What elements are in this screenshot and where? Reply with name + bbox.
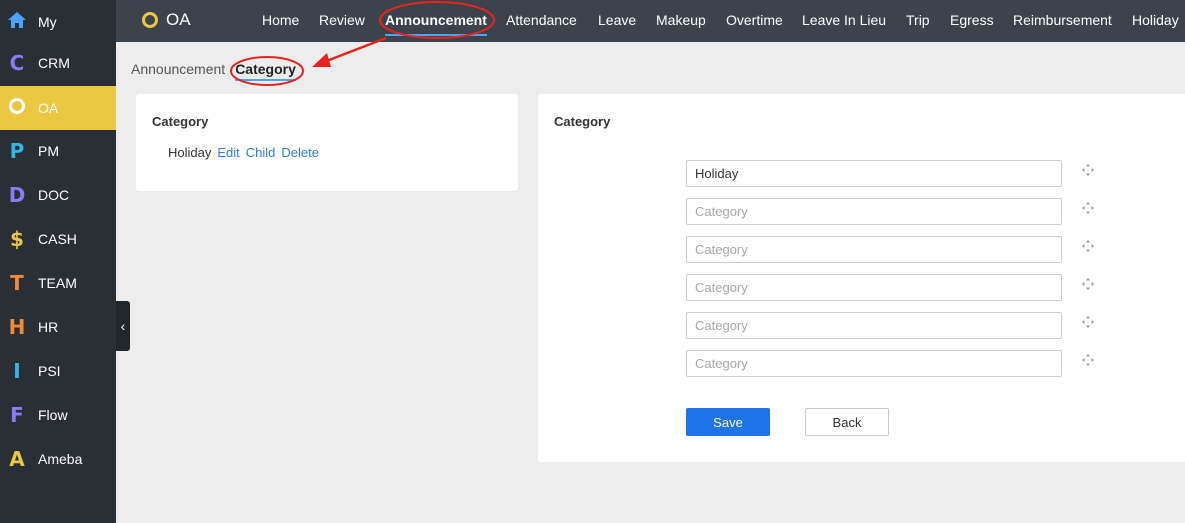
delete-link[interactable]: Delete: [281, 145, 319, 160]
top-nav-bar: OA Home Review Announcement Attendance L…: [116, 0, 1185, 42]
breadcrumb-underline: [235, 79, 296, 81]
drag-handle-icon[interactable]: [1081, 201, 1095, 215]
sidebar-collapse-button[interactable]: ‹: [116, 301, 130, 351]
sidebar-item-ameba[interactable]: A Ameba: [0, 437, 116, 481]
category-tree-panel: Category Holiday Edit Child Delete: [136, 94, 518, 191]
nav-review[interactable]: Review: [319, 0, 365, 42]
chevron-left-icon: ‹: [120, 318, 126, 334]
app-sidebar: My C CRM OA P PM D DOC $ CASH T TEAM H H…: [0, 0, 116, 523]
category-field[interactable]: [686, 198, 1062, 225]
sidebar-item-label: PM: [38, 143, 59, 159]
sidebar-item-team[interactable]: T TEAM: [0, 261, 116, 305]
nav-label: Announcement: [385, 12, 487, 28]
sidebar-item-label: CRM: [38, 55, 70, 71]
sidebar-item-label: DOC: [38, 187, 70, 203]
flow-letter-icon: F: [10, 403, 24, 427]
category-form-panel: Category Save Back: [538, 94, 1185, 462]
nav-overtime[interactable]: Overtime: [726, 0, 783, 42]
sidebar-item-psi[interactable]: I PSI: [0, 349, 116, 393]
sidebar-item-cash[interactable]: $ CASH: [0, 217, 116, 261]
drag-handle-icon[interactable]: [1081, 315, 1095, 329]
nav-egress[interactable]: Egress: [950, 0, 994, 42]
psi-letter-icon: I: [13, 359, 21, 383]
breadcrumb-current[interactable]: Category: [235, 61, 296, 81]
sidebar-item-flow[interactable]: F Flow: [0, 393, 116, 437]
hr-letter-icon: H: [8, 315, 26, 339]
sidebar-item-doc[interactable]: D DOC: [0, 173, 116, 217]
category-field[interactable]: [686, 350, 1062, 377]
module-title: OA: [166, 10, 191, 29]
add-child-link[interactable]: Child: [246, 145, 276, 160]
tree-node: Holiday Edit Child Delete: [168, 145, 319, 160]
active-tab-indicator: [385, 34, 487, 36]
team-letter-icon: T: [10, 271, 24, 295]
sidebar-item-crm[interactable]: C CRM: [0, 41, 116, 85]
annotation-arrow-head: [312, 53, 331, 67]
breadcrumb: Announcement Category: [131, 59, 296, 81]
form-title: Category: [554, 114, 611, 129]
tree-node-name: Holiday: [168, 145, 212, 160]
sidebar-item-my[interactable]: My: [0, 0, 116, 44]
nav-trip[interactable]: Trip: [906, 0, 930, 42]
sidebar-item-label: TEAM: [38, 275, 77, 291]
drag-handle-icon[interactable]: [1081, 163, 1095, 177]
sidebar-item-label: PSI: [38, 363, 61, 379]
nav-makeup[interactable]: Makeup: [656, 0, 706, 42]
crm-letter-icon: C: [9, 51, 25, 75]
breadcrumb-current-label: Category: [235, 61, 296, 77]
sidebar-item-hr[interactable]: H HR: [0, 305, 116, 349]
nav-leave-in-lieu[interactable]: Leave In Lieu: [802, 0, 886, 42]
nav-leave[interactable]: Leave: [598, 0, 636, 42]
nav-holiday[interactable]: Holiday: [1132, 0, 1179, 42]
panel-title: Category: [152, 114, 209, 129]
doc-letter-icon: D: [8, 183, 26, 207]
category-field[interactable]: [686, 274, 1062, 301]
oa-logo-icon: [142, 12, 158, 28]
cash-dollar-icon: $: [10, 227, 24, 251]
pm-letter-icon: P: [9, 139, 25, 163]
drag-handle-icon[interactable]: [1081, 239, 1095, 253]
sidebar-item-label: CASH: [38, 231, 77, 247]
nav-announcement[interactable]: Announcement: [385, 0, 487, 42]
sidebar-item-oa[interactable]: OA: [0, 86, 116, 130]
sidebar-item-label: Flow: [38, 407, 68, 423]
category-field[interactable]: [686, 236, 1062, 263]
nav-attendance[interactable]: Attendance: [506, 0, 577, 42]
category-field[interactable]: [686, 160, 1062, 187]
sidebar-item-label: My: [38, 14, 57, 30]
module-brand: OA: [142, 10, 191, 30]
sidebar-item-label: HR: [38, 319, 59, 335]
sidebar-item-pm[interactable]: P PM: [0, 129, 116, 173]
oa-ring-icon: [0, 96, 34, 120]
drag-handle-icon[interactable]: [1081, 353, 1095, 367]
nav-home[interactable]: Home: [262, 0, 299, 42]
sidebar-item-label: Ameba: [38, 451, 83, 467]
category-field[interactable]: [686, 312, 1062, 339]
ameba-letter-icon: A: [9, 447, 25, 471]
back-button[interactable]: Back: [805, 408, 889, 436]
edit-link[interactable]: Edit: [217, 145, 239, 160]
sidebar-item-label: OA: [38, 100, 59, 116]
home-icon: [0, 10, 34, 34]
save-button[interactable]: Save: [686, 408, 770, 436]
nav-reimbursement[interactable]: Reimbursement: [1013, 0, 1112, 42]
drag-handle-icon[interactable]: [1081, 277, 1095, 291]
breadcrumb-parent[interactable]: Announcement: [131, 61, 225, 77]
